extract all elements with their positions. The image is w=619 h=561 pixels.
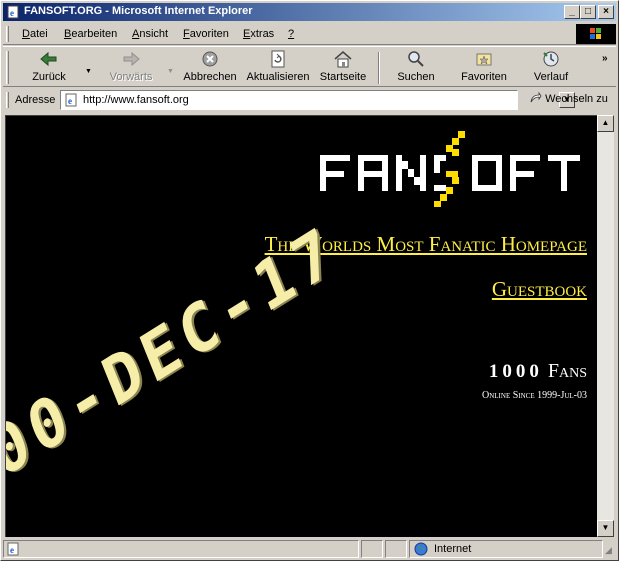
page-content: The Worlds Most Fanatic Homepage Guestbo… [5, 115, 597, 537]
browser-window: e FANSOFT.ORG - Microsoft Internet Explo… [0, 0, 619, 561]
menu-ansicht[interactable]: Ansicht [132, 28, 168, 40]
title-bar[interactable]: e FANSOFT.ORG - Microsoft Internet Explo… [3, 3, 616, 21]
page-status-icon: e [7, 542, 19, 556]
fans-word: Fans [547, 360, 587, 382]
status-bar: e Internet ◢ [3, 539, 616, 559]
go-label: Wechseln zu [545, 93, 608, 105]
menu-extras[interactable]: Extras [243, 28, 274, 40]
menu-datei-rest: atei [29, 28, 48, 40]
zone-label: Internet [434, 543, 472, 555]
maximize-button[interactable]: □ [580, 5, 596, 19]
status-cell-3 [385, 540, 407, 558]
history-icon [543, 51, 559, 67]
status-cell-2 [361, 540, 383, 558]
back-arrow-icon [40, 51, 57, 67]
refresh-icon [271, 50, 285, 68]
menu-extras-rest: xtras [250, 28, 275, 40]
ie-page-icon: e [7, 5, 19, 19]
minimize-button[interactable]: _ [564, 5, 580, 19]
online-since: Online Since 1999-Jul-03 [482, 390, 587, 401]
windows-logo [576, 24, 616, 44]
back-button[interactable]: Zurück [21, 50, 77, 86]
resize-grip-icon[interactable]: ◢ [605, 545, 615, 557]
menu-bearbeiten-rest: earbeiten [71, 28, 118, 40]
menu-help[interactable]: ? [288, 28, 294, 40]
menu-bar: Datei Bearbeiten Ansicht Favoriten Extra… [3, 23, 616, 45]
toolbar-overflow-chevron-icon[interactable]: » [602, 53, 608, 64]
window-title: FANSOFT.ORG - Microsoft Internet Explore… [24, 5, 253, 17]
page-icon: e [65, 93, 77, 107]
search-button[interactable]: Suchen [393, 50, 439, 86]
fan-counter: 1000 Fans [489, 360, 587, 383]
stop-button[interactable]: Abbrechen [179, 50, 241, 86]
forward-button[interactable]: Vorwärts [99, 50, 163, 86]
favorites-folder-icon [476, 53, 492, 66]
windows-flag-icon [590, 28, 601, 39]
go-button[interactable]: Wechseln zu [530, 91, 608, 105]
svg-text:e: e [10, 545, 14, 555]
menu-favoriten-rest: avoriten [189, 28, 229, 40]
stop-icon [202, 51, 218, 67]
fansoft-logo[interactable] [320, 131, 596, 207]
home-button[interactable]: Startseite [317, 50, 369, 86]
home-icon [334, 51, 352, 68]
forward-dropdown-icon[interactable]: ▼ [167, 68, 174, 75]
menu-favoriten[interactable]: Favoriten [183, 28, 229, 40]
date-stamp: 2000-DEC-17 [5, 211, 348, 537]
scroll-up-arrow-icon[interactable]: ▲ [597, 115, 614, 132]
fan-count: 1000 [488, 361, 543, 382]
vertical-scrollbar[interactable]: ▲ ▼ [597, 115, 614, 537]
address-bar: Adresse e http://www.fansoft.org ▼ Wechs… [3, 89, 616, 111]
addressbar-grip[interactable] [6, 92, 9, 108]
menu-ansicht-rest: nsicht [139, 28, 169, 40]
menubar-grip[interactable] [6, 26, 9, 42]
svg-text:e: e [10, 8, 14, 18]
scroll-down-arrow-icon[interactable]: ▼ [597, 520, 614, 537]
search-icon [408, 51, 424, 67]
address-input[interactable]: e http://www.fansoft.org ▼ [60, 90, 575, 110]
back-dropdown-icon[interactable]: ▼ [85, 68, 92, 75]
forward-arrow-icon [123, 51, 140, 67]
guestbook-link[interactable]: Guestbook [492, 277, 587, 302]
toolbar-grip[interactable] [6, 51, 9, 84]
favorites-button[interactable]: Favoriten [457, 50, 511, 86]
standard-toolbar: Zurück ▼ Vorwärts ▼ Abbrechen Aktualisie… [3, 46, 616, 87]
internet-globe-icon [414, 542, 428, 556]
status-text-cell: e [3, 540, 359, 558]
menu-bearbeiten[interactable]: Bearbeiten [64, 28, 117, 40]
menu-datei[interactable]: Datei [22, 28, 48, 40]
toolbar-separator [378, 52, 380, 84]
security-zone-cell: Internet [409, 540, 603, 558]
history-button[interactable]: Verlauf [525, 50, 577, 86]
address-label: Adresse [15, 94, 56, 106]
address-url: http://www.fansoft.org [83, 94, 189, 106]
refresh-button[interactable]: Aktualisieren [243, 50, 313, 86]
svg-text:e: e [68, 96, 72, 106]
close-button[interactable]: × [598, 5, 614, 19]
go-arrow-icon [530, 91, 542, 103]
